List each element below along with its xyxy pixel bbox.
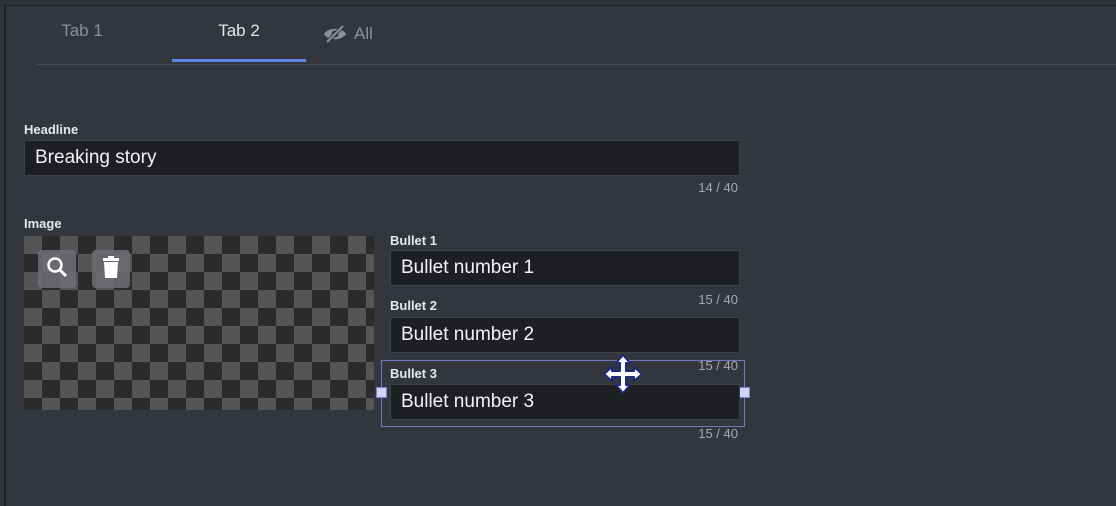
bullet-1-counter: 15 / 40 (698, 292, 738, 307)
resize-handle-right[interactable] (739, 387, 750, 398)
bullet-1-input[interactable]: Bullet number 1 (390, 250, 740, 286)
move-icon[interactable] (602, 353, 644, 400)
tab-bar: Tab 1 Tab 2 All (36, 6, 1116, 65)
bullet-3-label: Bullet 3 (390, 366, 437, 381)
trash-icon (102, 255, 120, 283)
tab-2[interactable]: Tab 2 (172, 6, 306, 62)
headline-counter: 14 / 40 (698, 180, 738, 195)
headline-label: Headline (24, 122, 79, 137)
delete-image-button[interactable] (92, 250, 130, 288)
tab-label: Tab 1 (61, 21, 103, 40)
headline-input[interactable]: Breaking story (24, 140, 740, 176)
bullet-2-input[interactable]: Bullet number 2 (390, 317, 740, 353)
image-placeholder[interactable] (24, 236, 374, 410)
image-label: Image (24, 216, 62, 231)
bullet-3-input[interactable]: Bullet number 3 (390, 384, 740, 420)
bullet-1-label: Bullet 1 (390, 233, 437, 248)
tab-label: Tab 2 (218, 21, 260, 40)
search-icon (46, 256, 68, 283)
search-image-button[interactable] (38, 250, 76, 288)
tab-label: All (354, 24, 373, 43)
resize-handle-left[interactable] (376, 387, 387, 398)
tab-all[interactable]: All (322, 6, 402, 62)
bullet-3-counter: 15 / 40 (698, 426, 738, 441)
editor-panel: Tab 1 Tab 2 All Headline Breaking story … (4, 5, 1116, 506)
eye-off-icon (322, 24, 348, 44)
bullet-2-label: Bullet 2 (390, 298, 437, 313)
tab-1[interactable]: Tab 1 (36, 6, 128, 62)
